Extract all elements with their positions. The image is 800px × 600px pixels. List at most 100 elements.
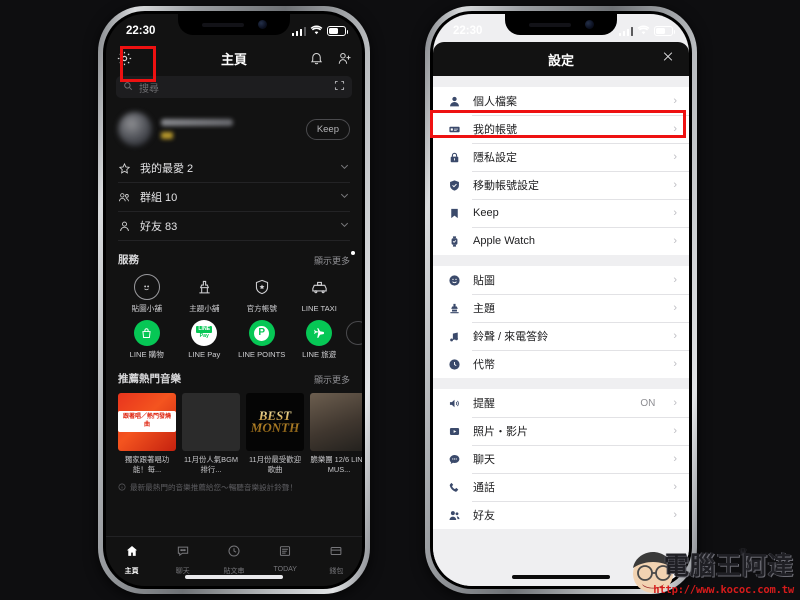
settings-row-calls[interactable]: 通話 › xyxy=(433,473,689,501)
music-card[interactable]: BEST MONTH 11月份最受歡迎歌曲 xyxy=(246,392,304,474)
settings-row-label: Keep xyxy=(473,207,499,219)
home-indicator xyxy=(185,575,283,579)
settings-row-keep[interactable]: Keep › xyxy=(433,199,689,227)
settings-row-stickers[interactable]: 貼圖 › xyxy=(433,266,689,294)
service-line-pay[interactable]: LINE Pay LINE Pay xyxy=(176,320,234,359)
lock-icon xyxy=(447,151,462,164)
settings-row-apple-watch[interactable]: Apple Watch › xyxy=(433,227,689,255)
search-input[interactable]: 搜尋 xyxy=(116,76,352,98)
sidebar-item-favorites[interactable]: 我的最愛 2 xyxy=(118,154,350,183)
shield-check-icon xyxy=(447,179,462,192)
info-icon xyxy=(118,483,126,493)
notch xyxy=(505,14,617,35)
settings-group-app: 提醒 ON › 照片・影片 › 聊天 › 通話 › 好友 › xyxy=(433,389,689,529)
settings-row-chats[interactable]: 聊天 › xyxy=(433,445,689,473)
services-title: 服務 xyxy=(118,254,139,266)
music-show-more[interactable]: 顯示更多 xyxy=(314,373,350,386)
home-indicator xyxy=(512,575,610,579)
bell-icon[interactable] xyxy=(309,51,324,66)
tab-home[interactable]: 主頁 xyxy=(106,544,157,576)
service-label: LINE POINTS xyxy=(238,350,286,360)
settings-list: 個人檔案 › 我的帳號 › 隱私設定 › 移動帳號設定 › Keep › App… xyxy=(433,76,689,586)
settings-row-label: 主題 xyxy=(473,303,495,315)
sidebar-item-label: 好友 83 xyxy=(140,221,178,233)
service-line-taxi[interactable]: LINE TAXI xyxy=(291,274,349,313)
airplane-icon xyxy=(306,320,333,347)
person-filled-icon xyxy=(447,95,462,108)
service-official-account[interactable]: 官方帳號 xyxy=(233,274,291,313)
wallet-icon xyxy=(329,544,343,563)
sidebar-item-label: 我的最愛 2 xyxy=(140,163,194,175)
settings-row-photos-videos[interactable]: 照片・影片 › xyxy=(433,417,689,445)
settings-row-profile[interactable]: 個人檔案 › xyxy=(433,87,689,115)
close-icon[interactable] xyxy=(661,50,675,69)
chevron-right-icon: › xyxy=(673,301,677,314)
settings-row-label: 我的帳號 xyxy=(473,124,517,136)
services-show-more[interactable]: 顯示更多 xyxy=(314,251,355,267)
taxi-icon xyxy=(306,274,332,300)
add-friend-icon[interactable] xyxy=(337,51,352,66)
settings-row-label: 隱私設定 xyxy=(473,152,517,164)
tab-today[interactable]: TODAY xyxy=(260,544,311,573)
keep-button[interactable]: Keep xyxy=(305,118,350,140)
settings-row-label: 鈴聲 / 來電答鈴 xyxy=(473,331,549,343)
settings-row-label: 移動帳號設定 xyxy=(473,180,539,192)
service-line-travel[interactable]: LINE 旅遊 xyxy=(291,320,349,359)
settings-row-label: 個人檔案 xyxy=(473,96,517,108)
settings-row-ringtone[interactable]: 鈴聲 / 來電答鈴 › xyxy=(433,322,689,350)
chevron-right-icon: › xyxy=(673,178,677,191)
service-row2-overflow xyxy=(346,320,362,359)
settings-row-label: 照片・影片 xyxy=(473,426,528,438)
settings-row-label: 聊天 xyxy=(473,454,495,466)
today-icon xyxy=(278,544,292,563)
chevron-right-icon: › xyxy=(673,508,677,521)
service-sticker-shop[interactable]: 貼圖小舖 xyxy=(118,274,176,313)
tab-wallet[interactable]: 錢包 xyxy=(311,544,362,576)
right-phone-screen: 22:30 設定 個人檔案 › 我的帳號 › 隱私設定 › 移動帳號設定 › K… xyxy=(433,14,689,586)
settings-row-friends[interactable]: 好友 › xyxy=(433,501,689,529)
chevron-down-icon xyxy=(339,219,350,233)
profile-row[interactable]: Keep xyxy=(118,108,350,150)
chat-icon xyxy=(176,544,190,563)
profile-name-blurred xyxy=(161,119,233,139)
settings-row-my-account[interactable]: 我的帳號 › xyxy=(433,115,689,143)
music-caption: 11月份人氣BGM排行... xyxy=(183,454,239,474)
sidebar-item-label: 群組 10 xyxy=(140,192,178,204)
tab-label: 錢包 xyxy=(329,568,344,575)
settings-row-themes[interactable]: 主題 › xyxy=(433,294,689,322)
service-label: LINE TAXI xyxy=(301,304,337,313)
tab-timeline[interactable]: 貼文串 xyxy=(208,544,259,576)
status-indicators xyxy=(618,25,676,38)
settings-row-coins[interactable]: 代幣 › xyxy=(433,350,689,378)
music-card[interactable]: 脆樂團 12/6 LINE MUS... xyxy=(310,392,362,474)
smiley-icon xyxy=(447,274,462,287)
music-card[interactable]: 11月份人氣BGM排行... xyxy=(182,392,240,474)
settings-row-account-migration[interactable]: 移動帳號設定 › xyxy=(433,171,689,199)
service-theme-shop[interactable]: 主題小舖 xyxy=(176,274,234,313)
settings-row-privacy[interactable]: 隱私設定 › xyxy=(433,143,689,171)
service-line-shopping[interactable]: LINE 購物 xyxy=(118,320,176,359)
avatar xyxy=(118,112,152,146)
phone-icon xyxy=(447,481,462,494)
sidebar-item-friends[interactable]: 好友 83 xyxy=(118,212,350,241)
sidebar-item-groups[interactable]: 群組 10 xyxy=(118,183,350,212)
right-phone-bezel: 22:30 設定 個人檔案 › 我的帳號 › 隱私設定 › 移動帳號設定 › K… xyxy=(430,11,692,589)
settings-row-label: Apple Watch xyxy=(473,235,535,247)
chevron-right-icon: › xyxy=(673,94,677,107)
settings-group-account: 個人檔案 › 我的帳號 › 隱私設定 › 移動帳號設定 › Keep › App… xyxy=(433,87,689,255)
id-card-icon xyxy=(447,123,462,136)
music-caption: 獨家跟著唱功能！每... xyxy=(124,454,170,474)
music-title: 推薦熱門音樂 xyxy=(118,372,181,385)
chevron-right-icon: › xyxy=(673,480,677,493)
battery-icon xyxy=(654,26,676,36)
chevron-right-icon: › xyxy=(673,206,677,219)
music-card[interactable]: 跟著唱／熱門發燒曲 獨家跟著唱功能！每... xyxy=(118,392,176,474)
wifi-icon xyxy=(637,25,650,38)
battery-icon xyxy=(327,26,349,36)
service-line-points[interactable]: P LINE POINTS xyxy=(233,320,291,359)
tab-chat[interactable]: 聊天 xyxy=(157,544,208,576)
settings-row-notifications[interactable]: 提醒 ON › xyxy=(433,389,689,417)
service-row1-overflow xyxy=(348,274,362,313)
qr-scan-icon[interactable] xyxy=(334,78,345,96)
